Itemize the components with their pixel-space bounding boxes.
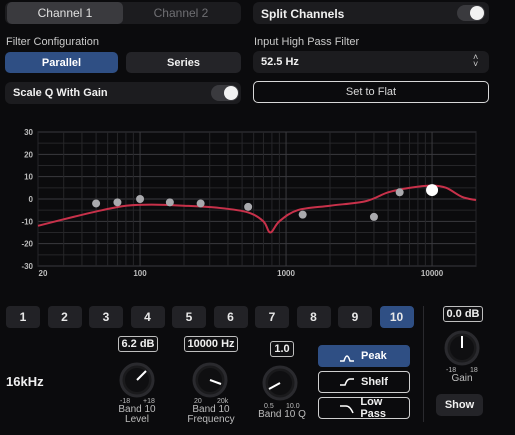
band-button-6[interactable]: 6 — [213, 306, 248, 328]
shelf-filter-button[interactable]: Shelf — [318, 371, 410, 393]
tab-channel-2[interactable]: Channel 2 — [123, 2, 239, 24]
high-pass-select[interactable]: 52.5 Hz ˄ ˅ — [253, 51, 489, 73]
low-pass-filter-button[interactable]: Low Pass — [318, 396, 410, 420]
y-tick-label: 10 — [24, 173, 33, 182]
x-axis-ticks: 20 100 1000 10000 — [39, 269, 444, 278]
frequency-display: 16kHz — [6, 374, 44, 389]
low-pass-filter-label: Low Pass — [360, 396, 387, 420]
level-knob[interactable] — [117, 360, 157, 400]
y-tick-label: 20 — [24, 150, 33, 159]
frequency-knob[interactable] — [190, 360, 230, 400]
band-button-3[interactable]: 3 — [89, 306, 123, 328]
peak-filter-icon — [340, 355, 354, 362]
split-channels-row: Split Channels — [253, 2, 489, 24]
series-button[interactable]: Series — [126, 52, 241, 73]
band-point-6[interactable] — [244, 202, 253, 211]
band-point-8[interactable] — [369, 212, 378, 221]
band-point-5[interactable] — [196, 199, 205, 208]
split-channels-label: Split Channels — [261, 7, 345, 21]
x-tick-label: 100 — [133, 269, 147, 278]
chevron-updown-icon: ˄ ˅ — [473, 52, 479, 69]
level-label: Band 10 Level — [118, 404, 156, 425]
gain-knob[interactable] — [442, 328, 482, 368]
band-point-3[interactable] — [136, 195, 145, 203]
low-pass-filter-icon — [340, 405, 354, 414]
filter-configuration-label: Filter Configuration — [6, 36, 99, 48]
tab-channel-1[interactable]: Channel 1 — [7, 2, 123, 24]
band-point-4[interactable] — [165, 198, 174, 207]
set-to-flat-button[interactable]: Set to Flat — [253, 81, 489, 103]
band-button-5[interactable]: 5 — [172, 306, 206, 328]
q-label: Band 10 Q — [258, 409, 306, 420]
split-channels-toggle[interactable] — [457, 5, 485, 21]
band-button-2[interactable]: 2 — [47, 306, 82, 328]
scale-q-row: Scale Q With Gain — [5, 82, 241, 104]
band-point-2[interactable] — [113, 198, 122, 207]
eq-graph[interactable]: 3020100-10-20-30 20 100 1000 10000 — [0, 122, 515, 282]
band-point-7[interactable] — [298, 210, 307, 219]
scale-q-toggle[interactable] — [211, 85, 239, 101]
q-knob[interactable] — [260, 363, 300, 403]
y-tick-label: -10 — [21, 217, 33, 226]
high-pass-value: 52.5 Hz — [261, 56, 299, 68]
band-point-10[interactable] — [426, 184, 439, 197]
frequency-value[interactable]: 10000 Hz — [184, 336, 238, 352]
shelf-filter-label: Shelf — [361, 376, 388, 388]
band-button-8[interactable]: 8 — [296, 306, 331, 328]
toggle-knob — [224, 86, 238, 100]
gain-value[interactable]: 0.0 dB — [443, 306, 483, 322]
peak-filter-button[interactable]: Peak — [318, 345, 410, 367]
x-tick-label: 10000 — [421, 269, 444, 278]
toggle-knob — [470, 6, 484, 20]
y-tick-label: 30 — [24, 128, 33, 137]
level-value[interactable]: 6.2 dB — [118, 336, 158, 352]
band-point-9[interactable] — [395, 188, 404, 197]
y-axis-ticks: 30 20 10 0 -10 -20 -30 — [21, 128, 33, 271]
channel-tabs: Channel 1 Channel 2 — [5, 2, 241, 24]
y-tick-label: -20 — [21, 240, 33, 249]
band-button-1[interactable]: 1 — [6, 306, 40, 328]
shelf-filter-icon — [340, 378, 354, 386]
band-button-4[interactable]: 4 — [130, 306, 165, 328]
band-point-1[interactable] — [92, 199, 101, 208]
x-tick-label: 20 — [39, 269, 48, 278]
y-tick-label: 0 — [29, 195, 34, 204]
high-pass-label: Input High Pass Filter — [254, 36, 360, 48]
band-button-7[interactable]: 7 — [255, 306, 289, 328]
gain-label: Gain — [451, 373, 473, 384]
y-tick-label: -30 — [21, 262, 33, 271]
parallel-button[interactable]: Parallel — [5, 52, 118, 73]
band-button-9[interactable]: 9 — [338, 306, 372, 328]
peak-filter-label: Peak — [361, 350, 387, 362]
q-value[interactable]: 1.0 — [270, 341, 294, 357]
band-button-10[interactable]: 10 — [379, 306, 414, 328]
x-tick-label: 1000 — [277, 269, 295, 278]
eq-grid — [37, 131, 477, 267]
frequency-label: Band 10 Frequency — [187, 404, 235, 425]
show-button[interactable]: Show — [436, 394, 483, 416]
scale-q-label: Scale Q With Gain — [13, 87, 108, 99]
gain-divider — [423, 306, 424, 422]
